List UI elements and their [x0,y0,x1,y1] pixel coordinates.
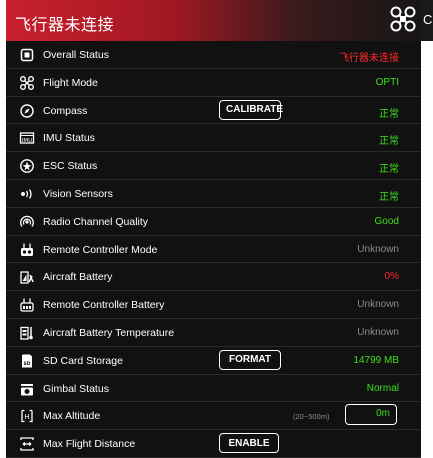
flight-mode-icon [19,75,35,91]
vision-sensors-value: 正常 [379,191,399,203]
vision-sensor-icon [19,186,35,202]
row-imu-status: IMU IMU Status 正常 [6,124,421,153]
flight-mode-value: OPTI [375,76,399,88]
calibrate-button[interactable]: CALIBRATE [219,99,283,120]
header-bar: 飞行器未连接 [6,0,421,41]
row-rc-mode: Remote Controller Mode Unknown [6,236,421,264]
row-max-altitude: H Max Altitude (20~500m) 0m [6,402,421,431]
svg-text:SD: SD [24,361,31,367]
overall-status-value: 飞行器未连接 [339,53,399,64]
row-flight-mode: Flight Mode OPTI [6,69,421,97]
row-compass: Compass CALIBRATE 正常 [6,97,421,125]
imu-status-value: 正常 [379,136,399,148]
row-aircraft-battery: Aircraft Battery 0% [6,263,421,292]
radio-quality-value: Good [374,215,399,227]
gimbal-status-value: Normal [366,382,399,394]
compass-value: 正常 [379,108,399,120]
overall-status-icon [19,47,35,63]
gimbal-icon [19,381,35,397]
compass-icon [19,103,35,119]
format-button[interactable]: FORMAT [219,349,281,370]
esc-status-value: 正常 [379,164,399,176]
imu-icon: IMU [19,130,35,146]
aircraft-status-panel: 飞行器未连接 Overall Status 飞行器未连接 Flight Mode… [6,0,421,458]
row-overall-status: Overall Status 飞行器未连接 [6,41,421,69]
svg-text:H: H [24,413,29,421]
esc-icon [19,158,35,174]
rc-mode-icon [19,242,35,258]
sd-storage-value: 14799 MB [353,354,399,366]
rc-battery-icon [19,297,35,313]
drone-icon[interactable] [389,5,417,33]
sd-card-icon: SD [19,353,35,369]
rc-mode-value: Unknown [357,243,399,255]
enable-distance-button[interactable]: ENABLE [219,433,279,454]
svg-text:IMU: IMU [22,138,32,144]
row-sd-card: SD SD Card Storage FORMAT 14799 MB [6,347,421,375]
max-altitude-icon: H [19,408,35,424]
aircraft-battery-value: 0% [384,271,399,283]
altitude-range-hint: (20~500m) [293,412,330,422]
aircraft-battery-icon [19,269,35,285]
status-list: Overall Status 飞行器未连接 Flight Mode OPTI C… [6,41,421,458]
radio-signal-icon [19,214,35,230]
row-radio-channel: Radio Channel Quality Good [6,208,421,236]
rc-battery-value: Unknown [357,299,399,311]
max-distance-icon [19,436,35,452]
row-vision-sensors: Vision Sensors 正常 [6,180,421,208]
row-battery-temperature: Aircraft Battery Temperature Unknown [6,319,421,347]
right-panel-clip-text: C [423,12,433,27]
row-rc-battery: Remote Controller Battery Unknown [6,291,421,319]
max-altitude-input[interactable]: 0m [345,404,397,426]
row-gimbal: Gimbal Status Normal [6,375,421,403]
battery-temperature-value: Unknown [357,326,399,338]
row-esc-status: ESC Status 正常 [6,152,421,180]
right-panel-clip: C [421,0,433,41]
battery-temperature-icon [19,325,35,341]
row-max-distance: Max Flight Distance ENABLE [6,430,421,458]
header-title: 飞行器未连接 [15,17,115,34]
